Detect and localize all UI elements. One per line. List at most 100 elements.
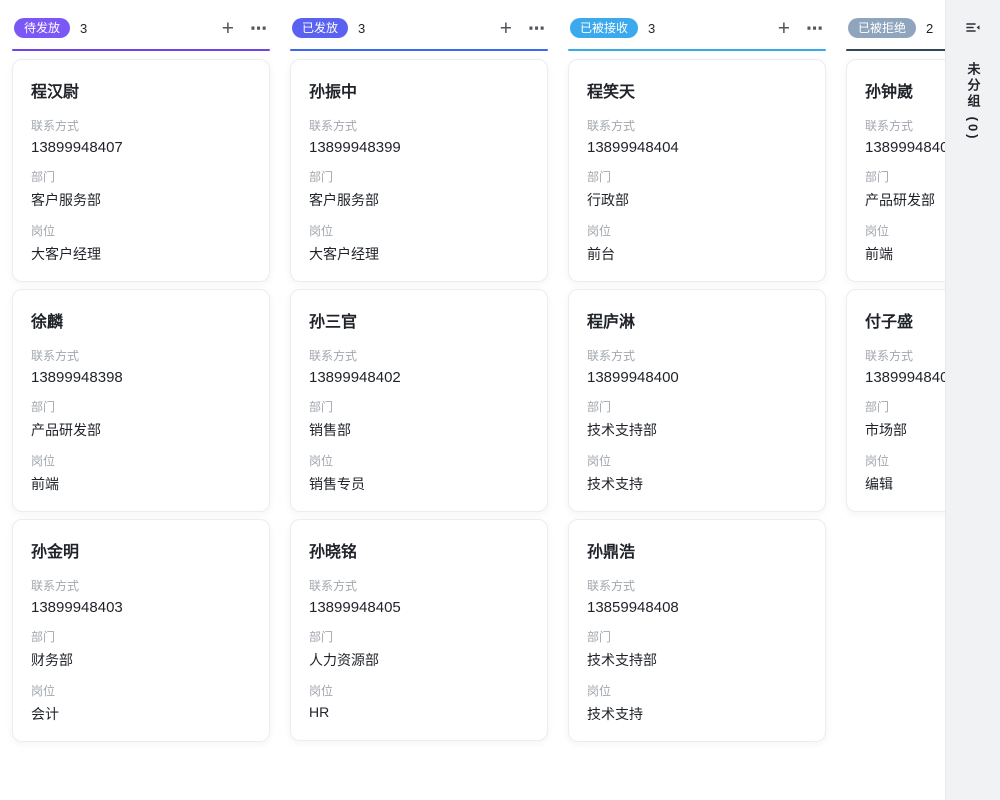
- field-position: 岗位 大客户经理: [31, 222, 251, 264]
- column-header: 已发放 3 + ⋯: [290, 16, 548, 40]
- field-label-contact: 联系方式: [31, 577, 251, 594]
- field-label-contact: 联系方式: [31, 117, 251, 134]
- field-value-position: 销售专员: [309, 474, 529, 494]
- add-card-button[interactable]: +: [778, 18, 790, 39]
- add-card-button[interactable]: +: [500, 18, 512, 39]
- field-value-contact: 13899948400: [587, 369, 807, 386]
- field-label-position: 岗位: [31, 452, 251, 469]
- column-more-button[interactable]: ⋯: [250, 20, 268, 37]
- column-more-button[interactable]: ⋯: [806, 20, 824, 37]
- card-title: 孙晓铭: [309, 538, 529, 562]
- field-value-contact: 13899948405: [309, 599, 529, 616]
- column-header: 已被接收 3 + ⋯: [568, 16, 826, 40]
- field-label-department: 部门: [31, 168, 251, 185]
- field-label-department: 部门: [587, 628, 807, 645]
- field-department: 部门 产品研发部: [31, 398, 251, 440]
- field-value-position: 技术支持: [587, 704, 807, 724]
- field-contact: 联系方式 13859948408: [587, 577, 807, 616]
- field-label-contact: 联系方式: [309, 577, 529, 594]
- field-position: 岗位 大客户经理: [309, 222, 529, 264]
- field-label-contact: 联系方式: [31, 347, 251, 364]
- record-card[interactable]: 孙金明 联系方式 13899948403 部门 财务部 岗位 会计: [12, 519, 270, 742]
- field-department: 部门 销售部: [309, 398, 529, 440]
- field-position: 岗位 前端: [31, 452, 251, 494]
- record-card[interactable]: 程庐淋 联系方式 13899948400 部门 技术支持部 岗位 技术支持: [568, 289, 826, 512]
- record-card[interactable]: 孙鼎浩 联系方式 13859948408 部门 技术支持部 岗位 技术支持: [568, 519, 826, 742]
- column-more-button[interactable]: ⋯: [528, 20, 546, 37]
- field-value-contact: 13899948404: [587, 139, 807, 156]
- card-list: 程汉尉 联系方式 13899948407 部门 客户服务部 岗位 大客户经理 徐…: [12, 59, 270, 742]
- column-status-badge[interactable]: 已被拒绝: [848, 18, 916, 38]
- field-department: 部门 财务部: [31, 628, 251, 670]
- column-status-badge[interactable]: 已被接收: [570, 18, 638, 38]
- field-label-position: 岗位: [587, 222, 807, 239]
- field-department: 部门 客户服务部: [31, 168, 251, 210]
- card-list: 程笑天 联系方式 13899948404 部门 行政部 岗位 前台 程庐淋 联系…: [568, 59, 826, 742]
- record-card[interactable]: 孙振中 联系方式 13899948399 部门 客户服务部 岗位 大客户经理: [290, 59, 548, 282]
- field-label-position: 岗位: [309, 682, 529, 699]
- field-label-department: 部门: [31, 398, 251, 415]
- field-position: 岗位 技术支持: [587, 452, 807, 494]
- column-color-bar: [290, 49, 548, 51]
- column-color-bar: [568, 49, 826, 51]
- field-label-contact: 联系方式: [309, 117, 529, 134]
- field-label-department: 部门: [31, 628, 251, 645]
- field-label-contact: 联系方式: [587, 347, 807, 364]
- field-value-department: 客户服务部: [309, 190, 529, 210]
- card-title: 程汉尉: [31, 78, 251, 102]
- record-card[interactable]: 孙三官 联系方式 13899948402 部门 销售部 岗位 销售专员: [290, 289, 548, 512]
- field-contact: 联系方式 13899948404: [587, 117, 807, 156]
- field-label-position: 岗位: [309, 222, 529, 239]
- field-value-department: 财务部: [31, 650, 251, 670]
- kanban-column: 待发放 3 + ⋯ 程汉尉 联系方式 13899948407 部门 客户服务部 …: [12, 16, 270, 749]
- record-card[interactable]: 程汉尉 联系方式 13899948407 部门 客户服务部 岗位 大客户经理: [12, 59, 270, 282]
- field-value-position: 大客户经理: [309, 244, 529, 264]
- field-value-department: 产品研发部: [31, 420, 251, 440]
- field-value-contact: 13899948402: [309, 369, 529, 386]
- field-label-department: 部门: [309, 168, 529, 185]
- field-label-position: 岗位: [587, 682, 807, 699]
- field-value-position: 前台: [587, 244, 807, 264]
- field-value-contact: 13899948398: [31, 369, 251, 386]
- column-count: 3: [648, 21, 655, 36]
- field-department: 部门 技术支持部: [587, 398, 807, 440]
- field-value-contact: 13899948407: [31, 139, 251, 156]
- field-value-position: 前端: [31, 474, 251, 494]
- column-count: 3: [358, 21, 365, 36]
- field-value-position: 大客户经理: [31, 244, 251, 264]
- field-position: 岗位 前台: [587, 222, 807, 264]
- record-card[interactable]: 孙晓铭 联系方式 13899948405 部门 人力资源部 岗位 HR: [290, 519, 548, 741]
- column-status-badge[interactable]: 待发放: [14, 18, 70, 38]
- record-card[interactable]: 徐麟 联系方式 13899948398 部门 产品研发部 岗位 前端: [12, 289, 270, 512]
- field-value-contact: 13899948399: [309, 139, 529, 156]
- field-label-position: 岗位: [31, 682, 251, 699]
- field-value-department: 技术支持部: [587, 650, 807, 670]
- card-title: 孙三官: [309, 308, 529, 332]
- field-contact: 联系方式 13899948402: [309, 347, 529, 386]
- field-contact: 联系方式 13899948399: [309, 117, 529, 156]
- collapsed-group-label: 未分组 (0): [964, 62, 983, 142]
- card-title: 徐麟: [31, 308, 251, 332]
- add-card-button[interactable]: +: [222, 18, 234, 39]
- kanban-column: 已被接收 3 + ⋯ 程笑天 联系方式 13899948404 部门 行政部 岗…: [568, 16, 826, 749]
- column-count: 3: [80, 21, 87, 36]
- record-card[interactable]: 程笑天 联系方式 13899948404 部门 行政部 岗位 前台: [568, 59, 826, 282]
- field-label-position: 岗位: [31, 222, 251, 239]
- field-label-department: 部门: [587, 168, 807, 185]
- field-contact: 联系方式 13899948407: [31, 117, 251, 156]
- card-title: 孙振中: [309, 78, 529, 102]
- card-list: 孙振中 联系方式 13899948399 部门 客户服务部 岗位 大客户经理 孙…: [290, 59, 548, 741]
- field-label-contact: 联系方式: [587, 117, 807, 134]
- field-label-department: 部门: [587, 398, 807, 415]
- collapsed-group-panel: 未分组 (0): [945, 0, 1000, 800]
- field-department: 部门 客户服务部: [309, 168, 529, 210]
- field-label-department: 部门: [309, 398, 529, 415]
- field-position: 岗位 HR: [309, 682, 529, 720]
- field-value-department: 行政部: [587, 190, 807, 210]
- card-title: 程笑天: [587, 78, 807, 102]
- card-title: 孙鼎浩: [587, 538, 807, 562]
- expand-group-icon[interactable]: [961, 16, 985, 40]
- field-label-position: 岗位: [309, 452, 529, 469]
- column-status-badge[interactable]: 已发放: [292, 18, 348, 38]
- field-value-department: 销售部: [309, 420, 529, 440]
